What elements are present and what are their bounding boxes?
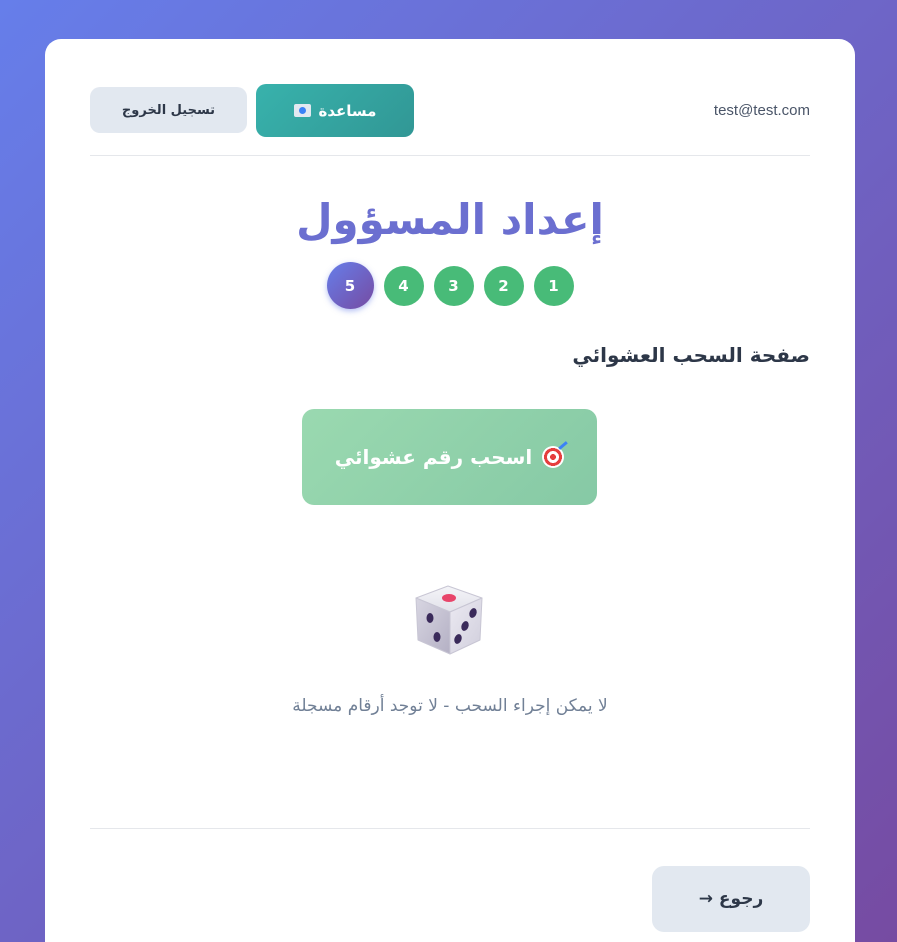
- step-1: 1: [533, 265, 574, 306]
- step-3: 3: [433, 265, 474, 306]
- footer-divider: [90, 828, 810, 829]
- main-card: تسجيل الخروج مساعدة test@test.com إعداد …: [45, 39, 855, 942]
- logout-label: تسجيل الخروج: [121, 102, 216, 118]
- draw-button-label: اسحب رقم عشوائي: [334, 445, 533, 469]
- step-indicator: 5 4 3 2 1: [45, 262, 855, 309]
- empty-state-message: لا يمكن إجراء السحب - لا توجد أرقام مسجل…: [292, 696, 608, 716]
- step-2: 2: [483, 265, 524, 306]
- help-label: مساعدة: [318, 101, 377, 120]
- dice-icon: [415, 585, 483, 655]
- section-title: صفحة السحب العشوائي: [572, 343, 810, 367]
- help-icon: [293, 104, 311, 117]
- back-button[interactable]: رجوع →: [652, 866, 810, 932]
- draw-random-button[interactable]: اسحب رقم عشوائي: [302, 409, 597, 505]
- help-button[interactable]: مساعدة: [256, 84, 414, 137]
- header-bar: تسجيل الخروج مساعدة test@test.com: [90, 84, 810, 156]
- step-4: 4: [383, 265, 424, 306]
- step-5: 5: [326, 262, 374, 309]
- target-icon: [542, 446, 565, 468]
- page-title: إعداد المسؤول: [296, 195, 604, 244]
- logout-button[interactable]: تسجيل الخروج: [90, 87, 247, 133]
- user-email: test@test.com: [713, 102, 810, 119]
